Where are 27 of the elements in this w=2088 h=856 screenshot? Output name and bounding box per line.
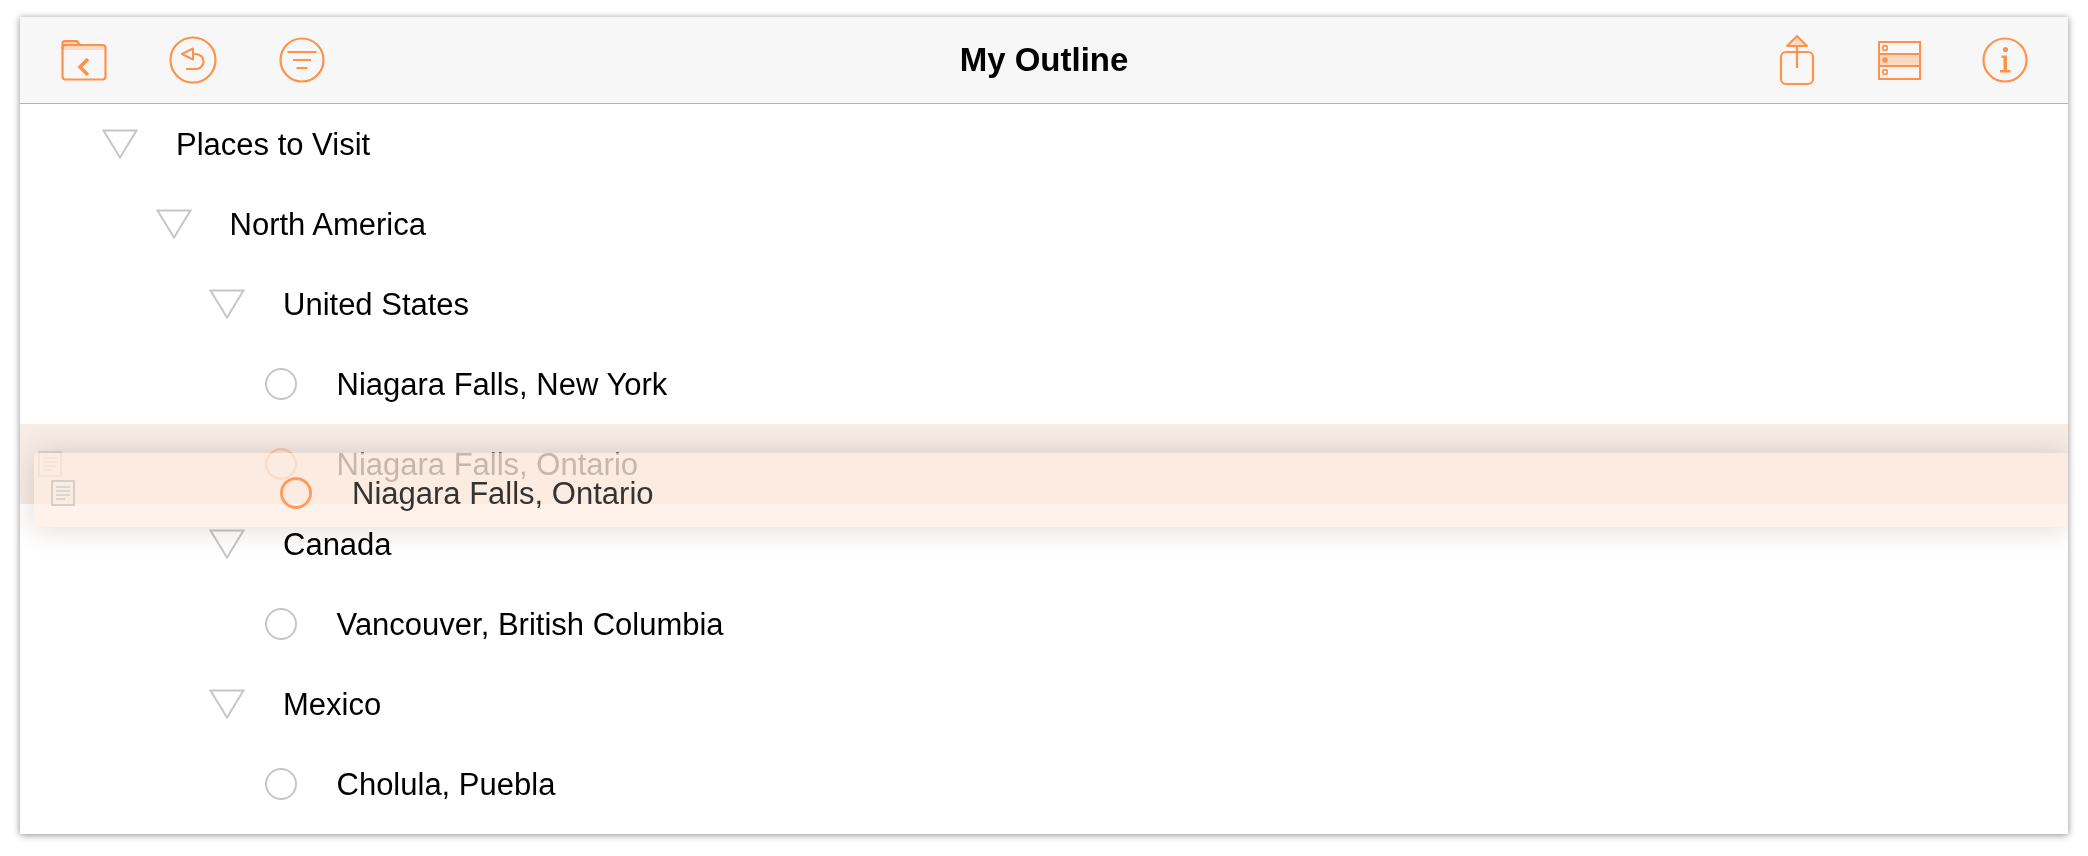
outline-row-text[interactable]: United States — [283, 288, 470, 320]
rows-list-icon[interactable] — [1878, 40, 1921, 80]
outline-row-text[interactable]: Places to Visit — [176, 128, 371, 160]
bullet-circle-icon — [264, 448, 297, 480]
disclosure-triangle-icon[interactable] — [102, 129, 138, 159]
outline-row-text[interactable]: Mexico — [283, 688, 382, 720]
info-icon[interactable] — [1982, 37, 2028, 83]
note-icon — [51, 480, 75, 506]
outline-row-text[interactable]: Canada — [283, 528, 392, 560]
disclosure-triangle-icon[interactable] — [209, 289, 245, 319]
disclosure-triangle-icon[interactable] — [209, 529, 245, 559]
outline-row-text[interactable]: Vancouver, British Columbia — [336, 608, 724, 640]
share-icon[interactable] — [1779, 34, 1817, 86]
bullet-circle-icon — [280, 477, 312, 509]
undo-icon[interactable] — [169, 36, 217, 84]
outline-row-text[interactable]: Niagara Falls, New York — [336, 368, 668, 400]
bullet-circle-icon — [264, 368, 297, 400]
document-title: My Outline — [959, 41, 1129, 79]
filter-icon[interactable] — [279, 37, 325, 83]
note-icon — [38, 451, 62, 477]
disclosure-triangle-icon[interactable] — [209, 689, 245, 719]
bullet-circle-icon — [264, 768, 297, 800]
outline-row-text[interactable]: North America — [229, 208, 426, 240]
disclosure-triangle-icon[interactable] — [155, 209, 192, 239]
outline-row-text[interactable]: Cholula, Puebla — [336, 768, 556, 800]
bullet-circle-icon — [264, 608, 297, 640]
folder-back-icon[interactable] — [61, 39, 107, 81]
